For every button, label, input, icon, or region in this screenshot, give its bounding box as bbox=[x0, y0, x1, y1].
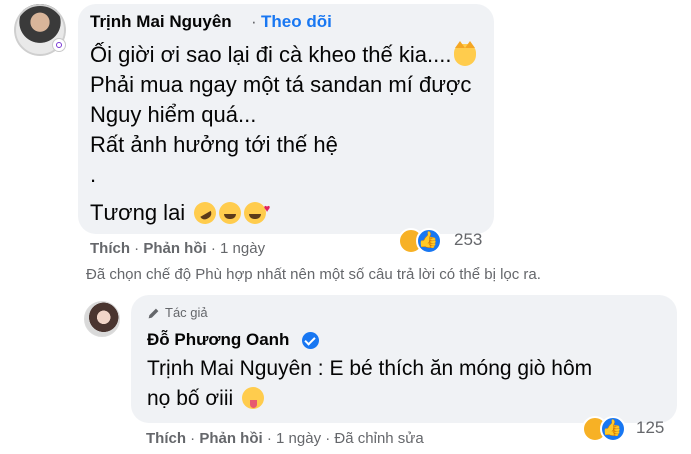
avatar-status-badge bbox=[52, 38, 66, 52]
reply-timestamp[interactable]: 1 ngày bbox=[276, 430, 321, 447]
comment-text: Ối giời ơi sao lại đi cà kheo thế kia...… bbox=[90, 42, 452, 67]
filter-note: Đã chọn chế độ Phù hợp nhất nên một số c… bbox=[86, 266, 541, 283]
reply-author-name[interactable]: Đỗ Phương Oanh bbox=[147, 330, 289, 350]
comment-line-1: Ối giời ơi sao lại đi cà kheo thế kia...… bbox=[90, 41, 477, 68]
reply-text: nọ bố ơiii bbox=[147, 387, 234, 410]
author-tag-label: Tác giả bbox=[165, 305, 208, 320]
comment-line-3: Nguy hiểm quá... bbox=[90, 102, 257, 127]
separator-dot: · bbox=[134, 240, 144, 257]
smiling-hearts-emoji-icon bbox=[244, 196, 270, 224]
reply-author-avatar[interactable] bbox=[84, 301, 120, 337]
weary-cat-emoji-icon bbox=[454, 41, 477, 66]
badge-icon bbox=[56, 42, 62, 48]
tongue-out-emoji-icon bbox=[242, 387, 264, 409]
comment-author-name[interactable]: Trịnh Mai Nguyên bbox=[90, 12, 232, 32]
rolling-laughing-emoji-icon bbox=[190, 197, 221, 229]
comment-line-2: Phải mua ngay một tá sandan mí được bbox=[90, 72, 472, 97]
edited-label: Đã chỉnh sửa bbox=[334, 430, 424, 447]
reply-link[interactable]: Phản hồi bbox=[143, 240, 206, 257]
reaction-count: 125 bbox=[636, 418, 665, 437]
reply-line-2: nọ bố ơiii bbox=[147, 386, 264, 412]
like-reaction-icon bbox=[600, 416, 626, 442]
comment-line-5: . bbox=[90, 162, 97, 187]
like-reaction-icon bbox=[416, 228, 442, 254]
separator-dot: · bbox=[251, 12, 257, 31]
reply-actions: Thích · Phản hồi · 1 ngày · Đã chỉnh sửa bbox=[146, 430, 424, 447]
reaction-count: 253 bbox=[454, 230, 483, 249]
reply-text: : E bé thích ăn móng giò hôm bbox=[311, 357, 593, 380]
grinning-emoji-icon bbox=[219, 202, 242, 224]
follow-button[interactable]: Theo dõi bbox=[261, 12, 332, 32]
separator-dot: · bbox=[190, 430, 200, 447]
comment-line-4: Rất ảnh hưởng tới thế hệ bbox=[90, 132, 338, 157]
comment-line-6: Tương lai bbox=[90, 196, 270, 229]
comment-actions: Thích · Phản hồi · 1 ngày bbox=[90, 240, 265, 257]
separator-dot: · bbox=[266, 430, 277, 447]
reply-link[interactable]: Phản hồi bbox=[199, 430, 262, 447]
comment-timestamp[interactable]: 1 ngày bbox=[220, 240, 265, 257]
mention-link[interactable]: Trịnh Mai Nguyên bbox=[147, 357, 312, 380]
separator-dot: · bbox=[210, 240, 221, 257]
reply-line-1: Trịnh Mai Nguyên : E bé thích ăn móng gi… bbox=[147, 356, 592, 382]
like-link[interactable]: Thích bbox=[90, 240, 130, 257]
pencil-icon bbox=[148, 308, 159, 319]
like-link[interactable]: Thích bbox=[146, 430, 186, 447]
verified-badge-icon bbox=[302, 332, 319, 349]
comment-text: Tương lai bbox=[90, 200, 186, 225]
